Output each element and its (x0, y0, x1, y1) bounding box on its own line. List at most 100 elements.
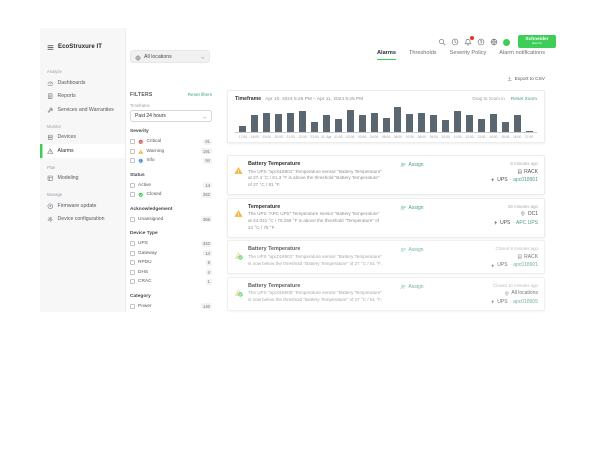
tab-thresholds[interactable]: Thresholds (409, 50, 437, 60)
chart-bar[interactable] (418, 113, 425, 133)
checkbox[interactable] (130, 279, 135, 284)
assign-button[interactable]: Assign (384, 283, 438, 305)
filter-option-active[interactable]: Active14 (130, 181, 212, 191)
help-icon[interactable] (477, 38, 485, 46)
chart-bar[interactable] (383, 118, 390, 132)
device-link[interactable]: APC UPS (516, 220, 538, 226)
assign-button[interactable]: Assign (384, 246, 438, 268)
chart-bar[interactable] (275, 114, 282, 132)
chart-bar[interactable] (323, 115, 330, 132)
sidebar-item-label: Alarms (58, 148, 74, 154)
device-link[interactable]: apc018905 (513, 299, 538, 305)
menu-icon[interactable] (47, 38, 54, 56)
sidebar-item-device-configuration[interactable]: Device configuration (40, 213, 125, 227)
filter-option-crac[interactable]: CRAC1 (130, 277, 212, 287)
chart-bar[interactable] (442, 120, 449, 132)
tab-severity-policy[interactable]: Severity Policy (450, 50, 487, 60)
chart-bar[interactable] (263, 113, 270, 133)
schneider-logo[interactable]: Schneider Electric (518, 35, 556, 48)
alarm-card[interactable]: TemperatureThe UPS "APC UPS" Temperature… (227, 198, 545, 238)
alarm-history-chart[interactable] (235, 107, 537, 133)
chart-bar[interactable] (335, 119, 342, 132)
reports-icon (47, 93, 54, 100)
export-csv-button[interactable]: Export to CSV (507, 76, 545, 84)
sidebar-item-reports[interactable]: Reports (40, 90, 125, 104)
alarm-location[interactable]: RACK (517, 169, 538, 175)
checkbox[interactable] (130, 270, 135, 275)
alarm-location[interactable]: RACK (517, 254, 538, 260)
assign-button[interactable]: Assign (384, 204, 438, 232)
chart-bar[interactable] (311, 122, 318, 132)
sidebar-item-modeling[interactable]: Modeling (40, 172, 125, 186)
chart-bar[interactable] (502, 122, 509, 132)
chart-bar[interactable] (394, 107, 401, 132)
sidebar-item-services-and-warranties[interactable]: Services and Warranties (40, 103, 125, 117)
checkbox[interactable] (130, 304, 135, 309)
filter-option-warning[interactable]: Warning191 (130, 147, 212, 157)
settings-icon[interactable] (490, 38, 498, 46)
checkbox[interactable] (130, 192, 135, 197)
sidebar-item-devices[interactable]: Devices (40, 131, 125, 145)
reset-filters-button[interactable]: Reset filters (188, 92, 212, 97)
chart-bar[interactable] (466, 115, 473, 132)
filter-count: 352 (201, 192, 212, 198)
reset-zoom-button[interactable]: Reset Zoom (511, 97, 537, 102)
alarm-card[interactable]: Battery TemperatureThe UPS "apc018905" T… (227, 277, 545, 311)
user-avatar[interactable] (503, 39, 510, 46)
checkbox[interactable] (130, 251, 135, 256)
timeframe-select[interactable]: Past 24 hours (130, 110, 212, 122)
chart-bar[interactable] (239, 126, 246, 133)
location-selector[interactable]: All locations (130, 50, 210, 63)
search-icon[interactable] (438, 38, 446, 46)
filter-option-unassigned[interactable]: Unassigned366 (130, 215, 212, 225)
notifications-icon[interactable] (464, 38, 472, 46)
chart-bar[interactable] (526, 131, 533, 132)
sidebar-item-firmware-update[interactable]: Firmware update (40, 199, 125, 213)
sidebar-item-alarms[interactable]: Alarms (40, 144, 125, 158)
checkbox[interactable] (130, 260, 135, 265)
chart-bar[interactable] (371, 113, 378, 133)
chart-bar[interactable] (347, 110, 354, 132)
device-link[interactable]: apc018901 (513, 177, 538, 183)
history-icon[interactable] (451, 38, 459, 46)
filter-option-closed[interactable]: Closed352 (130, 190, 212, 200)
sidebar-item-dashboards[interactable]: Dashboards (40, 76, 125, 90)
chart-bar[interactable] (430, 115, 437, 132)
chart-bar[interactable] (251, 115, 258, 132)
filter-option-power[interactable]: Power140 (130, 302, 212, 312)
alarm-location[interactable]: All locations (504, 290, 538, 296)
tab-alarms[interactable]: Alarms (377, 50, 396, 60)
filter-group-label: Category (130, 294, 212, 299)
filter-option-ups[interactable]: UPS342 (130, 239, 212, 249)
filter-option-critical[interactable]: Critical81 (130, 137, 212, 147)
chart-bar[interactable] (490, 114, 497, 132)
chart-bar[interactable] (406, 114, 413, 132)
chart-bar[interactable] (359, 115, 366, 132)
filter-option-gateway[interactable]: Gateway14 (130, 249, 212, 259)
filter-option-rpdu[interactable]: RPDU5 (130, 258, 212, 268)
chart-bar[interactable] (478, 119, 485, 132)
assign-button[interactable]: Assign (384, 161, 438, 189)
filter-count: 191 (201, 148, 212, 154)
separator: · (512, 220, 514, 226)
chart-bar[interactable] (287, 113, 294, 133)
checkbox[interactable] (130, 158, 135, 163)
warning-icon (138, 149, 144, 155)
chart-bar[interactable] (299, 111, 306, 132)
filter-option-dhs[interactable]: DHS4 (130, 268, 212, 278)
alarm-card[interactable]: Battery TemperatureThe UPS "apc018901" T… (227, 240, 545, 274)
device-link[interactable]: apc018901 (513, 262, 538, 268)
checkbox[interactable] (130, 183, 135, 188)
checkbox[interactable] (130, 217, 135, 222)
chart-bar[interactable] (514, 115, 521, 132)
filter-option-label: Info (147, 158, 201, 163)
tab-alarm-notifications[interactable]: Alarm notifications (499, 50, 545, 60)
checkbox[interactable] (130, 241, 135, 246)
alarm-card[interactable]: Battery TemperatureThe UPS "apc018901" T… (227, 155, 545, 195)
checkbox[interactable] (130, 139, 135, 144)
checkbox[interactable] (130, 149, 135, 154)
chart-bar-slot (428, 107, 440, 132)
filter-option-info[interactable]: Info94 (130, 156, 212, 166)
alarm-location[interactable]: DC1 (520, 211, 538, 217)
chart-bar[interactable] (454, 111, 461, 132)
